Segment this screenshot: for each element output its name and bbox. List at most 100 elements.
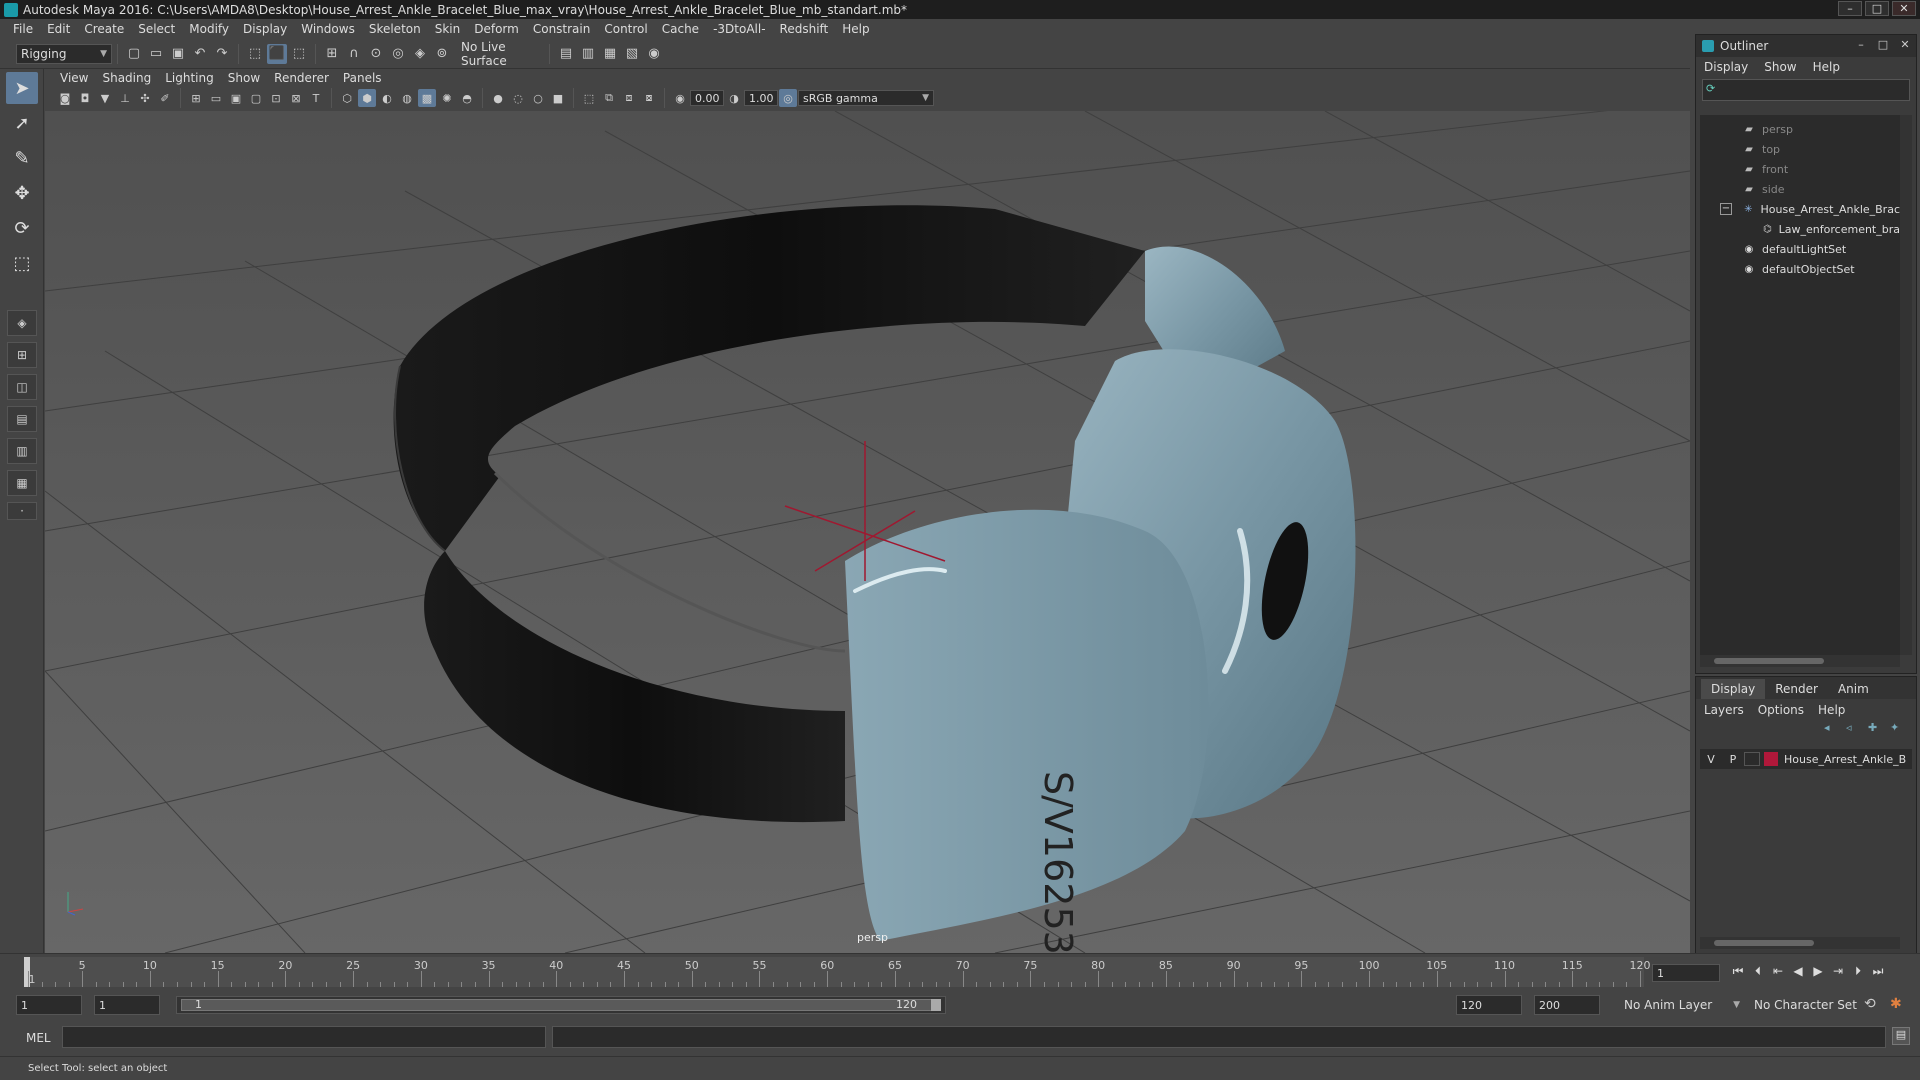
move-tool-icon[interactable]: ✥ bbox=[6, 177, 38, 209]
redo-icon[interactable]: ↷ bbox=[212, 44, 232, 64]
render-settings-icon[interactable]: ▤ bbox=[556, 44, 576, 64]
menu-file[interactable]: File bbox=[6, 22, 40, 36]
render-view-icon[interactable]: ▧ bbox=[622, 44, 642, 64]
menu-constrain[interactable]: Constrain bbox=[526, 22, 598, 36]
select-hierarchy-icon[interactable]: ⬚ bbox=[245, 44, 265, 64]
command-input[interactable] bbox=[62, 1026, 546, 1048]
outliner-close-button[interactable]: ✕ bbox=[1896, 38, 1914, 53]
render-frame-icon[interactable]: ▥ bbox=[578, 44, 598, 64]
paint-select-icon[interactable]: ✎ bbox=[6, 142, 38, 174]
snap-center-icon[interactable]: ⊚ bbox=[432, 44, 452, 64]
use-all-lights-icon[interactable]: ✺ bbox=[438, 89, 456, 107]
layer-type-toggle[interactable] bbox=[1744, 752, 1760, 766]
menu-windows[interactable]: Windows bbox=[294, 22, 362, 36]
outliner-search-field[interactable]: ⟳ bbox=[1702, 79, 1910, 101]
layer-menu-options[interactable]: Options bbox=[1758, 703, 1804, 717]
snap-curve-icon[interactable]: ∩ bbox=[344, 44, 364, 64]
wireframe-icon[interactable]: ⬡ bbox=[338, 89, 356, 107]
play-backward-icon[interactable]: ◀ bbox=[1788, 964, 1808, 982]
preferences-icon[interactable]: ✱ bbox=[1890, 996, 1902, 1012]
textured-icon[interactable]: ▩ bbox=[418, 89, 436, 107]
menu-set-dropdown[interactable]: Rigging ▼ bbox=[16, 43, 112, 64]
undo-icon[interactable]: ↶ bbox=[190, 44, 210, 64]
move-layer-down-icon[interactable]: ◃ bbox=[1846, 721, 1864, 737]
layer-visibility-toggle[interactable]: V bbox=[1700, 753, 1722, 766]
collapse-toggle-icon[interactable]: − bbox=[1720, 203, 1732, 215]
layer-menu-help[interactable]: Help bbox=[1818, 703, 1845, 717]
film-gate-icon[interactable]: ▭ bbox=[207, 89, 225, 107]
anim-layer-dropdown[interactable]: No Anim Layer ▼ bbox=[1620, 995, 1744, 1015]
menu-edit[interactable]: Edit bbox=[40, 22, 77, 36]
gate-mask-icon[interactable]: ▢ bbox=[247, 89, 265, 107]
minimize-button[interactable]: – bbox=[1838, 1, 1862, 16]
scrollbar-thumb[interactable] bbox=[1714, 940, 1814, 946]
menu-skin[interactable]: Skin bbox=[428, 22, 468, 36]
layer-row[interactable]: V P House_Arrest_Ankle_B bbox=[1700, 749, 1912, 769]
vp-menu-show[interactable]: Show bbox=[221, 71, 267, 85]
view-transform-dropdown[interactable]: sRGB gamma ▼ bbox=[798, 90, 934, 106]
exposure-icon[interactable]: ◉ bbox=[671, 89, 689, 107]
ambient-occlusion-icon[interactable]: ● bbox=[489, 89, 507, 107]
outliner-item[interactable]: ▰ persp bbox=[1700, 119, 1900, 139]
menu-3dtoall[interactable]: -3DtoAll- bbox=[706, 22, 772, 36]
vp-menu-shading[interactable]: Shading bbox=[95, 71, 158, 85]
new-layer-icon[interactable]: ✚ bbox=[1868, 721, 1886, 737]
xray-icon[interactable]: ⧉ bbox=[600, 89, 618, 107]
menu-cache[interactable]: Cache bbox=[655, 22, 706, 36]
menu-help[interactable]: Help bbox=[835, 22, 876, 36]
vp-menu-panels[interactable]: Panels bbox=[336, 71, 389, 85]
motion-blur-icon[interactable]: ◌ bbox=[509, 89, 527, 107]
menu-skeleton[interactable]: Skeleton bbox=[362, 22, 428, 36]
snap-point-icon[interactable]: ⊙ bbox=[366, 44, 386, 64]
3d-viewport[interactable]: S/V162536 persp bbox=[45, 111, 1690, 953]
layer-menu-layers[interactable]: Layers bbox=[1704, 703, 1744, 717]
live-surface-field[interactable]: No Live Surface bbox=[457, 40, 537, 68]
scrollbar-thumb[interactable] bbox=[1714, 658, 1824, 664]
current-frame-field[interactable]: 1 bbox=[1652, 964, 1720, 982]
side-by-side-layout-icon[interactable]: ◫ bbox=[7, 374, 37, 400]
outliner-vertical-scrollbar[interactable] bbox=[1900, 115, 1912, 655]
bookmark-icon[interactable]: ▼ bbox=[96, 89, 114, 107]
outliner-item[interactable]: ◉ defaultObjectSet bbox=[1700, 259, 1900, 279]
outliner-horizontal-scrollbar[interactable] bbox=[1700, 655, 1900, 667]
lasso-tool-icon[interactable]: ➚ bbox=[6, 107, 38, 139]
outliner-menu-show[interactable]: Show bbox=[1764, 60, 1796, 74]
ipr-render-icon[interactable]: ▦ bbox=[600, 44, 620, 64]
vp-menu-renderer[interactable]: Renderer bbox=[267, 71, 336, 85]
step-forward-icon[interactable]: ⏵ bbox=[1848, 964, 1868, 982]
smooth-shade-icon[interactable]: ⬢ bbox=[358, 89, 376, 107]
tab-anim[interactable]: Anim bbox=[1828, 679, 1879, 699]
outliner-item[interactable]: ⌬ Law_enforcement_bra bbox=[1700, 219, 1900, 239]
range-slider-handle[interactable] bbox=[931, 999, 941, 1011]
camera-select-icon[interactable]: ◙ bbox=[56, 89, 74, 107]
select-tool-icon[interactable]: ➤ bbox=[6, 72, 38, 104]
2d-pan-icon[interactable]: ✣ bbox=[136, 89, 154, 107]
maximize-button[interactable]: □ bbox=[1865, 1, 1889, 16]
wireframe-on-shaded-icon[interactable]: ◍ bbox=[398, 89, 416, 107]
rotate-tool-icon[interactable]: ⟳ bbox=[6, 212, 38, 244]
anti-aliasing-icon[interactable]: ○ bbox=[529, 89, 547, 107]
outliner-item[interactable]: ◉ defaultLightSet bbox=[1700, 239, 1900, 259]
menu-create[interactable]: Create bbox=[77, 22, 131, 36]
script-editor-icon[interactable]: ▤ bbox=[1892, 1027, 1910, 1045]
save-scene-icon[interactable]: ▣ bbox=[168, 44, 188, 64]
outliner-item[interactable]: ▰ front bbox=[1700, 159, 1900, 179]
play-forward-icon[interactable]: ▶ bbox=[1808, 964, 1828, 982]
grid-icon[interactable]: ⊞ bbox=[187, 89, 205, 107]
step-forward-key-icon[interactable]: ⇥ bbox=[1828, 964, 1848, 982]
playback-end-field[interactable]: 120 bbox=[1456, 995, 1522, 1015]
menu-modify[interactable]: Modify bbox=[182, 22, 236, 36]
open-scene-icon[interactable]: ▭ bbox=[146, 44, 166, 64]
outliner-maximize-button[interactable]: □ bbox=[1874, 38, 1892, 53]
shadows-icon[interactable]: ◓ bbox=[458, 89, 476, 107]
scale-tool-icon[interactable]: ⬚ bbox=[6, 247, 38, 279]
xray-joints-icon[interactable]: ⧈ bbox=[620, 89, 638, 107]
time-slider-track[interactable]: 1 5 10 15 20 25 30 35 40 45 50 55 60 65 70 75 80 85 90 95 10… bbox=[24, 957, 1651, 987]
outliner-minimize-button[interactable]: – bbox=[1852, 38, 1870, 53]
menu-redshift[interactable]: Redshift bbox=[773, 22, 836, 36]
outliner-item[interactable]: ▰ top bbox=[1700, 139, 1900, 159]
outliner-item[interactable]: − ✳ House_Arrest_Ankle_Brac bbox=[1700, 199, 1900, 219]
step-back-icon[interactable]: ⏴ bbox=[1748, 964, 1768, 982]
color-management-icon[interactable]: ◎ bbox=[779, 89, 797, 107]
layer-color-swatch[interactable] bbox=[1764, 752, 1778, 766]
